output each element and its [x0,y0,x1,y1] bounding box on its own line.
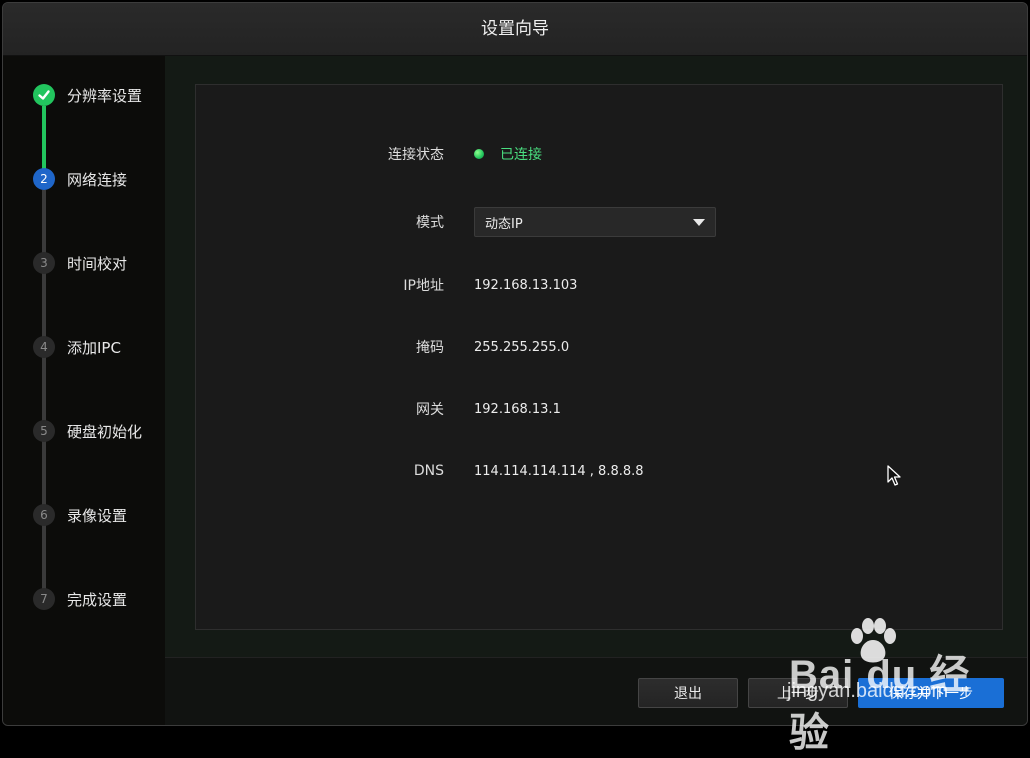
step-label: 硬盘初始化 [67,422,143,441]
mouse-pointer-icon [887,465,901,491]
ip-label: IP地址 [403,278,444,294]
previous-button[interactable]: 上一步 [748,678,848,708]
chevron-down-icon [693,218,705,226]
exit-button[interactable]: 退出 [638,678,738,708]
ip-row: IP地址 192.168.13.103 [196,269,1002,301]
title-bar: 设置向导 [3,3,1027,56]
step-record[interactable]: 6 录像设置 [33,504,127,526]
content-area: 连接状态 已连接 模式 动态IP IP地址 192.168.13.103 掩码 [165,56,1027,657]
step-disk-init[interactable]: 5 硬盘初始化 [33,420,142,442]
step-number: 6 [33,504,55,526]
status-label: 连接状态 [388,147,444,163]
step-label: 分辨率设置 [67,86,143,105]
step-label: 完成设置 [67,590,128,609]
status-value: 已连接 [500,147,542,163]
ip-value: 192.168.13.103 [474,277,578,293]
step-number: 2 [33,168,55,190]
status-indicator-icon [474,149,484,159]
step-resolution[interactable]: 分辨率设置 [33,84,142,106]
check-icon [33,84,55,106]
wizard-steps-sidebar: 分辨率设置 2 网络连接 3 时间校对 4 添加IPC 5 硬盘初始化 6 录像… [3,56,165,725]
step-number: 4 [33,336,55,358]
network-settings-panel: 连接状态 已连接 模式 动态IP IP地址 192.168.13.103 掩码 [195,84,1003,630]
step-label: 时间校对 [67,254,128,273]
dns-label: DNS [413,463,444,479]
step-number: 3 [33,252,55,274]
step-label: 录像设置 [67,506,128,525]
mask-value: 255.255.255.0 [474,339,570,355]
step-label: 添加IPC [67,338,121,357]
step-time[interactable]: 3 时间校对 [33,252,127,274]
gateway-label: 网关 [416,402,444,418]
step-number: 7 [33,588,55,610]
mask-row: 掩码 255.255.255.0 [196,331,1002,363]
mode-label: 模式 [416,215,444,231]
step-add-ipc[interactable]: 4 添加IPC [33,336,121,358]
connection-status-row: 连接状态 已连接 [196,138,1002,170]
step-network[interactable]: 2 网络连接 [33,168,127,190]
mode-selected-value: 动态IP [485,216,523,232]
mode-select[interactable]: 动态IP [474,207,716,237]
setup-wizard-window: 设置向导 分辨率设置 2 网络连接 3 时间校对 4 添加IPC 5 硬盘初始化 [2,2,1028,726]
footer-bar: 退出 上一步 保存并下一步 [165,657,1027,725]
dns-row: DNS 114.114.114.114 , 8.8.8.8 [196,455,1002,487]
mode-row: 模式 动态IP [196,206,1002,238]
step-finish[interactable]: 7 完成设置 [33,588,127,610]
step-number: 5 [33,420,55,442]
mask-label: 掩码 [416,340,444,356]
window-title: 设置向导 [481,19,549,39]
dns-value: 114.114.114.114 , 8.8.8.8 [474,463,644,479]
gateway-value: 192.168.13.1 [474,401,561,417]
save-next-button[interactable]: 保存并下一步 [858,678,1004,708]
gateway-row: 网关 192.168.13.1 [196,393,1002,425]
step-label: 网络连接 [67,170,128,189]
